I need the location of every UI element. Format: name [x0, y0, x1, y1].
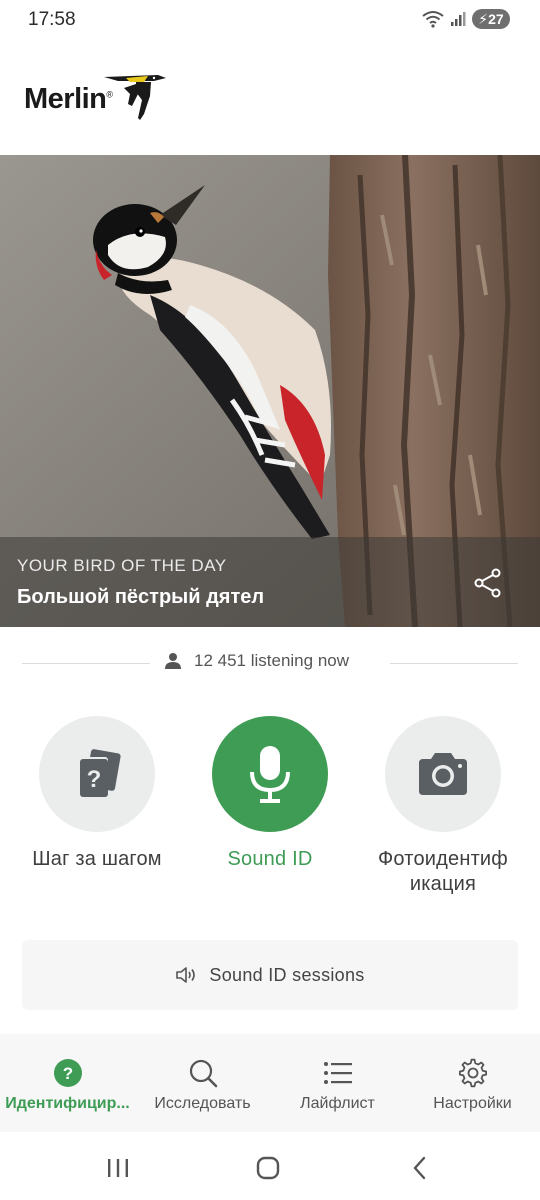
merlin-logo: Merlin® [22, 70, 182, 126]
recent-apps-button[interactable] [104, 1154, 132, 1182]
charging-icon: ⚡ [478, 10, 489, 27]
home-button[interactable] [254, 1154, 282, 1182]
back-icon [413, 1156, 426, 1180]
sound-id-sessions-label: Sound ID sessions [209, 964, 365, 985]
tab-identify[interactable]: ? Идентифицир... [0, 1034, 135, 1132]
tab-identify-label: Идентифицир... [5, 1095, 130, 1112]
step-by-step-action[interactable]: ? Шаг за шагом [7, 716, 187, 872]
sound-id-sessions-button[interactable]: Sound ID sessions [22, 940, 518, 1010]
listening-now-row: 12 451 listening now [22, 651, 518, 677]
hero-kicker: YOUR BIRD OF THE DAY [17, 556, 227, 575]
identify-icon: ? [53, 1058, 83, 1088]
svg-text:?: ? [62, 1064, 72, 1083]
search-icon [188, 1058, 218, 1088]
home-icon [256, 1156, 280, 1180]
tab-lifelist-label: Лайфлист [300, 1095, 375, 1112]
tab-explore-label: Исследовать [154, 1095, 251, 1112]
listening-count: 12 451 listening now [194, 651, 350, 670]
system-navigation-bar [0, 1132, 540, 1200]
bird-logo-icon [104, 75, 166, 120]
tab-settings[interactable]: Настройки [405, 1034, 540, 1132]
bottom-navigation: ? Идентифицир... Исследовать Лайфлист На… [0, 1034, 540, 1132]
person-icon [165, 653, 181, 669]
status-bar: 17:58 ⚡ 27 [0, 0, 540, 40]
tab-lifelist[interactable]: Лайфлист [270, 1034, 405, 1132]
speaker-icon [176, 967, 196, 983]
status-time: 17:58 [28, 9, 76, 30]
step-by-step-label: Шаг за шагом [32, 848, 162, 870]
sound-id-action[interactable]: Sound ID [180, 716, 360, 872]
divider-right [390, 663, 518, 664]
wifi-icon [422, 11, 444, 28]
microphone-icon [250, 746, 290, 803]
divider-left [22, 663, 150, 664]
photo-id-action[interactable]: Фотоидентиф икация [353, 716, 533, 897]
bird-of-the-day-card[interactable]: YOUR BIRD OF THE DAY Большой пёстрый дят… [0, 155, 540, 627]
bird-name: Большой пёстрый дятел [17, 586, 265, 608]
sound-id-button[interactable] [212, 716, 328, 832]
status-icons: ⚡ 27 [422, 9, 510, 29]
photo-id-button[interactable] [385, 716, 501, 832]
gear-icon [458, 1058, 488, 1088]
list-icon [323, 1058, 353, 1088]
signal-icon [451, 12, 466, 26]
tab-settings-label: Настройки [433, 1095, 512, 1112]
svg-text:?: ? [87, 766, 102, 793]
share-icon [474, 568, 501, 598]
back-button[interactable] [406, 1154, 434, 1182]
hero-caption-overlay [0, 537, 540, 627]
tab-explore[interactable]: Исследовать [135, 1034, 270, 1132]
battery-indicator: ⚡ 27 [472, 9, 510, 29]
question-cards-icon: ? [78, 749, 121, 797]
step-by-step-button[interactable]: ? [39, 716, 155, 832]
camera-icon [419, 753, 467, 795]
photo-id-label: Фотоидентиф икация [378, 848, 508, 895]
sound-id-label: Sound ID [227, 848, 313, 870]
listening-content: 12 451 listening now [164, 651, 349, 671]
share-button[interactable] [470, 565, 506, 601]
battery-level: 27 [488, 11, 504, 27]
recent-apps-icon [108, 1159, 128, 1177]
